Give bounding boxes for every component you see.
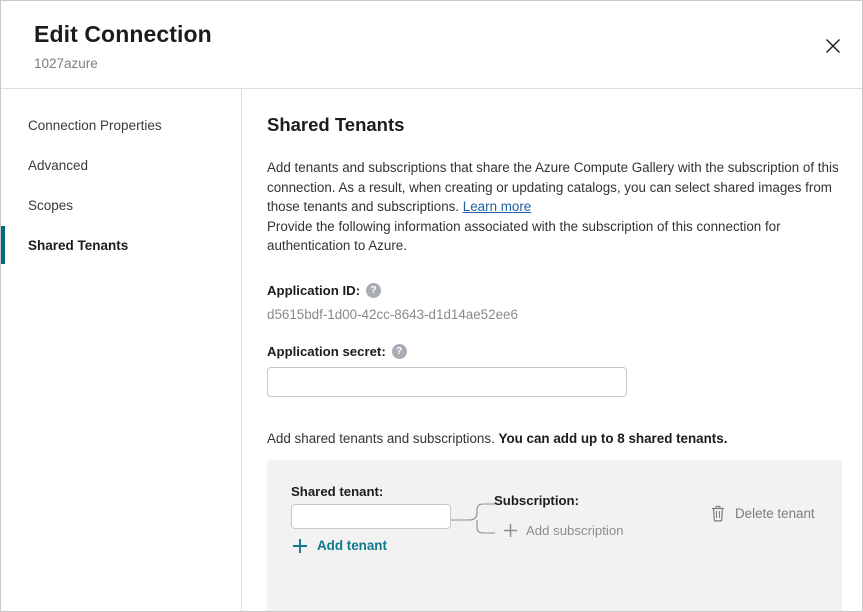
- application-secret-input[interactable]: [267, 367, 627, 397]
- application-id-label-text: Application ID:: [267, 283, 360, 298]
- close-icon[interactable]: [818, 31, 848, 61]
- edit-connection-dialog: Edit Connection 1027azure Connection Pro…: [0, 0, 863, 612]
- sidebar-nav: Connection Properties Advanced Scopes Sh…: [1, 89, 242, 611]
- sidebar-item-advanced[interactable]: Advanced: [1, 145, 241, 185]
- section-title: Shared Tenants: [267, 114, 840, 136]
- dialog-header: Edit Connection 1027azure: [1, 1, 862, 89]
- shared-tenant-label: Shared tenant:: [291, 484, 383, 499]
- section-description: Add tenants and subscriptions that share…: [267, 158, 840, 256]
- sidebar-item-label: Advanced: [28, 158, 88, 173]
- trash-icon: [710, 505, 726, 522]
- add-tenant-button[interactable]: Add tenant: [292, 538, 387, 554]
- main-content: Shared Tenants Add tenants and subscript…: [242, 89, 862, 611]
- application-id-value: d5615bdf-1d00-42cc-8643-d1d14ae52ee6: [267, 307, 840, 322]
- help-icon[interactable]: ?: [392, 344, 407, 359]
- application-id-label: Application ID: ?: [267, 283, 840, 298]
- page-title: Edit Connection: [34, 21, 212, 48]
- connection-name-subtitle: 1027azure: [34, 56, 98, 71]
- plus-icon: [503, 523, 518, 538]
- application-secret-label-text: Application secret:: [267, 344, 386, 359]
- dialog-body: Connection Properties Advanced Scopes Sh…: [1, 89, 862, 611]
- subscription-label: Subscription:: [494, 493, 579, 508]
- delete-tenant-button[interactable]: Delete tenant: [710, 505, 815, 522]
- add-tenants-note-normal: Add shared tenants and subscriptions.: [267, 431, 499, 446]
- help-icon[interactable]: ?: [366, 283, 381, 298]
- sidebar-item-scopes[interactable]: Scopes: [1, 185, 241, 225]
- sidebar-item-label: Connection Properties: [28, 118, 162, 133]
- learn-more-link[interactable]: Learn more: [463, 199, 531, 214]
- delete-tenant-label: Delete tenant: [735, 506, 815, 521]
- add-tenant-label: Add tenant: [317, 538, 387, 553]
- sidebar-item-connection-properties[interactable]: Connection Properties: [1, 105, 241, 145]
- add-tenants-note-bold: You can add up to 8 shared tenants.: [499, 431, 728, 446]
- add-tenants-note: Add shared tenants and subscriptions. Yo…: [267, 431, 840, 446]
- description-text-part1: Add tenants and subscriptions that share…: [267, 160, 839, 214]
- shared-tenant-input[interactable]: [291, 504, 451, 529]
- shared-tenant-panel: Shared tenant: Subscription: Add subscri…: [267, 460, 842, 612]
- add-subscription-label: Add subscription: [526, 523, 624, 538]
- description-text-part2: Provide the following information associ…: [267, 217, 840, 256]
- application-id-block: Application ID: ? d5615bdf-1d00-42cc-864…: [267, 283, 840, 322]
- application-secret-block: Application secret: ?: [267, 344, 840, 397]
- sidebar-item-label: Shared Tenants: [28, 238, 128, 253]
- sidebar-item-label: Scopes: [28, 198, 73, 213]
- application-secret-label: Application secret: ?: [267, 344, 840, 359]
- add-subscription-button[interactable]: Add subscription: [503, 523, 624, 538]
- plus-icon: [292, 538, 308, 554]
- sidebar-item-shared-tenants[interactable]: Shared Tenants: [1, 225, 241, 265]
